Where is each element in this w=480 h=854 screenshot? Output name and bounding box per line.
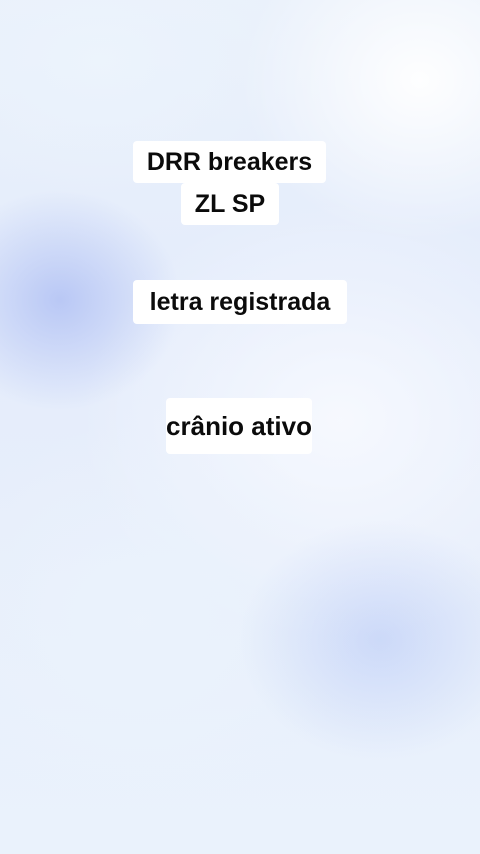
caption-zl-sp: ZL SP [181,183,279,225]
caption-letra-registrada: letra registrada [133,280,347,324]
caption-cranio-ativo: crânio ativo [166,398,312,454]
caption-drr-breakers: DRR breakers [133,141,326,183]
